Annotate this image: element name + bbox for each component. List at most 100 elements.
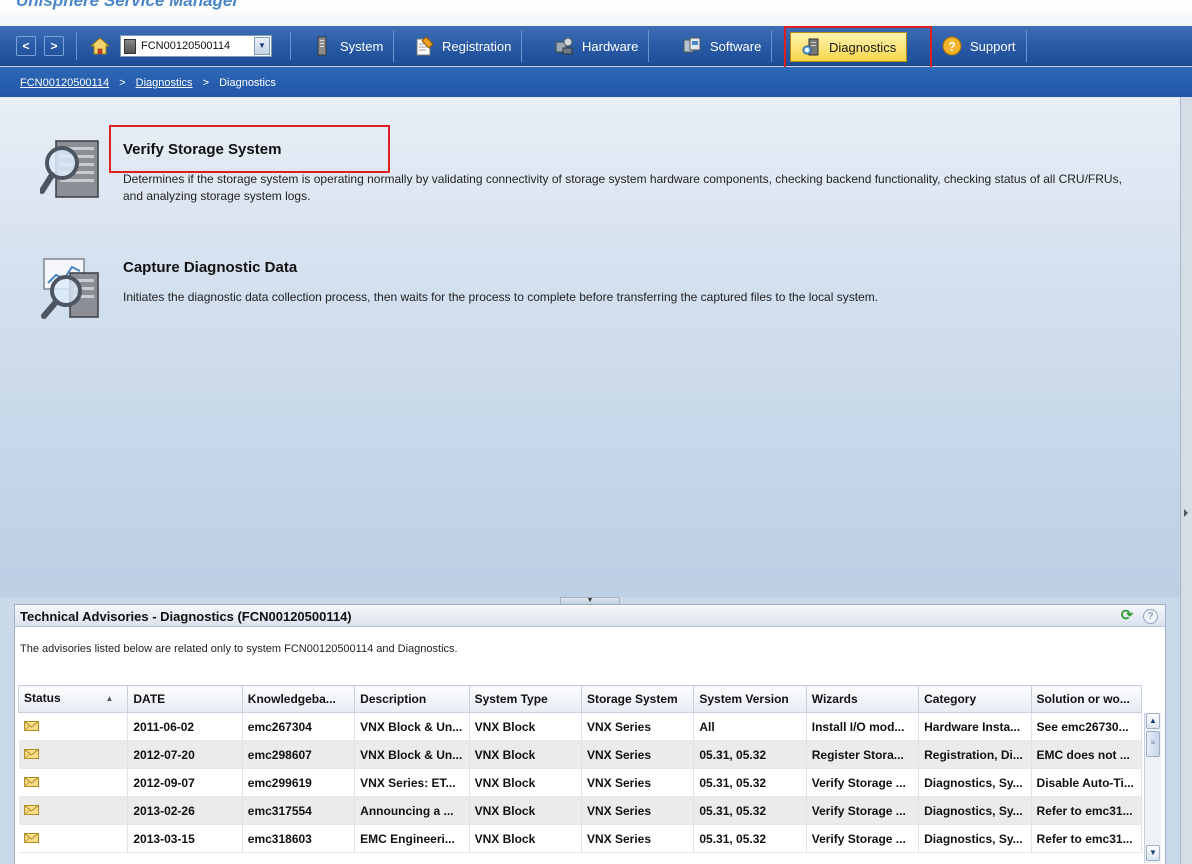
technical-advisories-panel: Technical Advisories - Diagnostics (FCN0… <box>14 604 1166 864</box>
cell-status <box>18 740 129 769</box>
cell-wizards: Register Stora... <box>806 740 920 769</box>
column-header-system-version[interactable]: System Version <box>693 685 807 713</box>
advisory-envelope-icon[interactable] <box>23 748 39 759</box>
forward-button[interactable]: > <box>44 36 64 56</box>
tab-software-label: Software <box>710 38 762 54</box>
breadcrumb-current: Diagnostics <box>219 77 276 89</box>
right-edge-scrollbar[interactable] <box>1180 97 1192 864</box>
home-icon[interactable] <box>89 36 111 56</box>
cell-date: 2012-09-07 <box>127 768 243 797</box>
collapse-arrow-icon[interactable] <box>1184 509 1188 517</box>
table-row[interactable]: 2011-06-02 emc267304 VNX Block & Un... VNX … <box>18 712 1143 741</box>
table-row[interactable]: 2012-09-07 emc299619 VNX Series: ET... VNX … <box>18 768 1143 797</box>
cell-category: Diagnostics, Sy... <box>918 768 1032 797</box>
column-header-date[interactable]: DATE <box>127 685 243 713</box>
cell-system-version: 05.31, 05.32 <box>693 824 807 853</box>
tab-hardware[interactable]: Hardware <box>544 30 650 62</box>
cell-date: 2012-07-20 <box>127 740 243 769</box>
cell-knowledgebase: emc299619 <box>242 768 356 797</box>
advisory-envelope-icon[interactable] <box>23 832 39 843</box>
sort-ascending-icon[interactable]: ▲ <box>105 691 113 707</box>
tab-registration[interactable]: Registration <box>404 30 523 62</box>
cell-date: 2013-02-26 <box>127 796 243 825</box>
breadcrumb-separator: > <box>202 77 210 89</box>
column-header-status[interactable]: Status ▲ <box>17 685 129 713</box>
cell-storage-system: VNX Series <box>581 768 695 797</box>
help-icon[interactable]: ? <box>1143 609 1158 624</box>
app-title-bar: Unisphere Service Manager <box>0 0 1192 26</box>
advisories-note: The advisories listed below are related … <box>20 643 458 655</box>
cell-solution: See emc26730... <box>1031 712 1143 741</box>
table-row[interactable]: 2012-07-20 emc298607 VNX Block & Un... VNX … <box>18 740 1143 769</box>
system-select[interactable]: FCN00120500114 ▼ <box>120 35 272 57</box>
cell-date: 2011-06-02 <box>127 712 243 741</box>
cell-knowledgebase: emc318603 <box>242 824 356 853</box>
tab-system[interactable]: System <box>302 30 395 62</box>
breadcrumb-diagnostics-link[interactable]: Diagnostics <box>136 77 193 89</box>
cell-wizards: Verify Storage ... <box>806 768 920 797</box>
magnifier-server-icon[interactable] <box>39 135 104 203</box>
support-icon: ? <box>942 36 962 56</box>
cell-solution: Refer to emc31... <box>1031 824 1143 853</box>
advisory-envelope-icon[interactable] <box>23 720 39 731</box>
scroll-thumb[interactable]: ≡ <box>1146 731 1160 757</box>
cell-category: Registration, Di... <box>918 740 1032 769</box>
cell-system-type: VNX Block <box>469 796 582 825</box>
capture-diagnostic-data-link[interactable]: Capture Diagnostic Data <box>123 259 297 276</box>
cell-status <box>18 824 129 853</box>
cell-description: VNX Block & Un... <box>354 740 470 769</box>
column-header-description[interactable]: Description <box>354 685 470 713</box>
column-header-category[interactable]: Category <box>918 685 1032 713</box>
cell-status <box>18 768 129 797</box>
cell-status <box>18 796 129 825</box>
chevron-down-icon[interactable]: ▼ <box>254 37 270 55</box>
cell-wizards: Verify Storage ... <box>806 824 920 853</box>
verify-storage-system-description: Determines if the storage system is oper… <box>123 172 1122 203</box>
cell-description: EMC Engineeri... <box>354 824 470 853</box>
cell-storage-system: VNX Series <box>581 824 695 853</box>
breadcrumb-separator: > <box>119 77 126 89</box>
cell-description: VNX Series: ET... <box>354 768 470 797</box>
cell-system-type: VNX Block <box>469 712 582 741</box>
column-header-storage-system[interactable]: Storage System <box>580 685 695 713</box>
column-header-knowledgebase[interactable]: Knowledgeba... <box>241 685 356 713</box>
advisory-envelope-icon[interactable] <box>23 804 39 815</box>
column-header-solution[interactable]: Solution or wo... <box>1030 685 1143 713</box>
advisories-table: Status ▲ DATE Knowledgeba... Description … <box>17 685 1143 853</box>
column-header-wizards[interactable]: Wizards <box>805 685 920 713</box>
verify-storage-system-link[interactable]: Verify Storage System <box>123 141 281 158</box>
panel-title: Technical Advisories - Diagnostics (FCN0… <box>20 609 352 624</box>
tab-software[interactable]: Software <box>672 30 773 62</box>
advisory-envelope-icon[interactable] <box>23 776 39 787</box>
cell-knowledgebase: emc298607 <box>242 740 356 769</box>
cell-category: Diagnostics, Sy... <box>918 796 1032 825</box>
tab-support[interactable]: ? Support <box>932 30 1027 62</box>
cell-solution: EMC does not ... <box>1031 740 1143 769</box>
panel-splitter-handle[interactable]: ▼ <box>560 597 620 604</box>
capture-diagnostic-data-description: Initiates the diagnostic data collection… <box>123 290 879 304</box>
scroll-down-icon[interactable]: ▼ <box>1146 845 1160 861</box>
column-header-system-type[interactable]: System Type <box>468 685 582 713</box>
cell-solution: Refer to emc31... <box>1031 796 1143 825</box>
tab-registration-label: Registration <box>442 38 512 54</box>
column-label: Status <box>24 691 61 705</box>
table-row[interactable]: 2013-03-15 emc318603 EMC Engineeri... VNX B… <box>18 824 1143 853</box>
nav-divider <box>76 32 77 60</box>
table-row[interactable]: 2013-02-26 emc317554 Announcing a ... VNX B… <box>18 796 1143 825</box>
panel-header: Technical Advisories - Diagnostics (FCN0… <box>15 605 1165 627</box>
svg-text:?: ? <box>948 40 955 54</box>
refresh-icon[interactable]: ⟳ <box>1119 608 1135 624</box>
app-title: Unisphere Service Manager <box>16 0 239 10</box>
back-button[interactable]: < <box>16 36 36 56</box>
diagnostics-icon <box>801 37 821 57</box>
breadcrumb-system-link[interactable]: FCN00120500114 <box>20 77 109 89</box>
cell-status <box>18 712 129 741</box>
scroll-up-icon[interactable]: ▲ <box>1146 713 1160 729</box>
magnifier-chart-icon[interactable] <box>40 253 104 321</box>
tab-support-label: Support <box>970 38 1016 54</box>
tab-diagnostics[interactable]: Diagnostics <box>790 32 908 62</box>
table-scrollbar[interactable]: ▲ ≡ ▼ <box>1144 713 1161 863</box>
cell-wizards: Verify Storage ... <box>806 796 920 825</box>
cell-storage-system: VNX Series <box>581 796 695 825</box>
hardware-icon <box>554 36 574 56</box>
